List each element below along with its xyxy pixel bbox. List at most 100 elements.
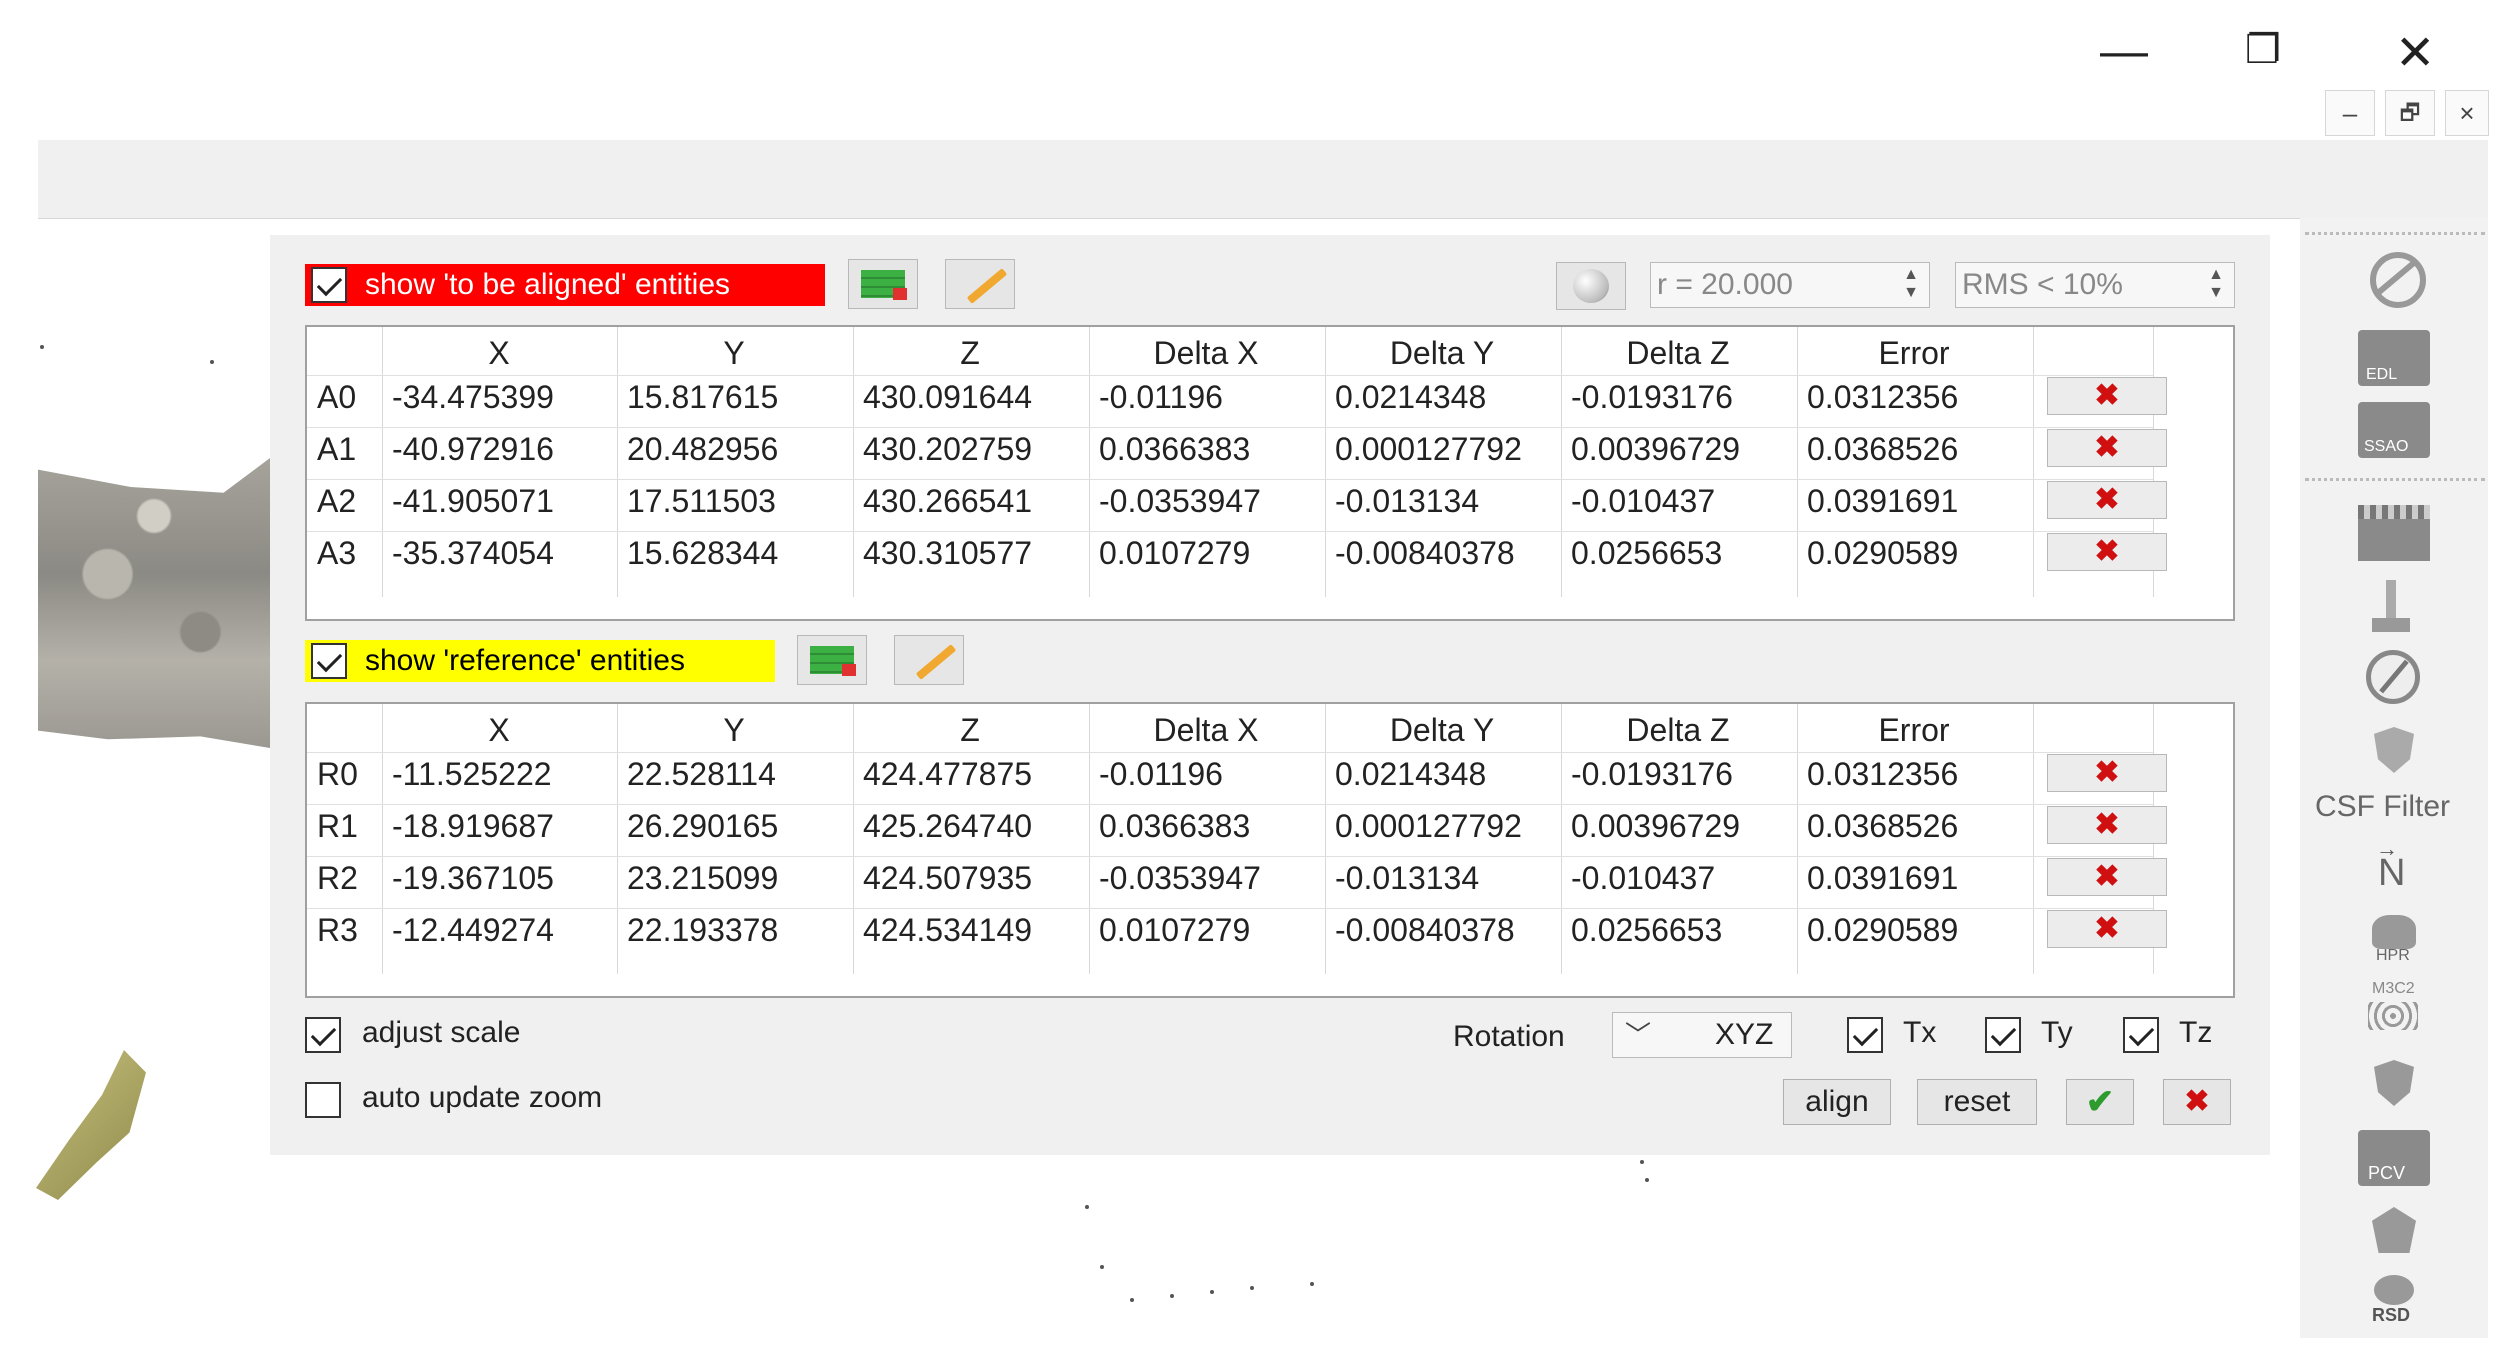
rsd-icon[interactable]: RSD <box>2358 1275 2430 1331</box>
cloud-layers-icon[interactable] <box>2358 580 2430 636</box>
table-cell[interactable]: 425.264740 <box>863 808 1032 845</box>
table-cell[interactable]: -0.010437 <box>1571 860 1715 897</box>
polygon-icon[interactable] <box>2358 1205 2430 1261</box>
shield-icon[interactable] <box>2358 725 2430 781</box>
table-cell[interactable]: 0.0107279 <box>1099 912 1250 949</box>
table-cell[interactable]: 0.0312356 <box>1807 756 1958 793</box>
table-cell[interactable]: 0.0391691 <box>1807 860 1958 897</box>
ssao-icon[interactable]: SSAO <box>2358 402 2430 458</box>
delete-point-button[interactable]: ✖ <box>2047 429 2167 467</box>
table-cell[interactable]: -0.01196 <box>1099 756 1223 793</box>
table-cell[interactable]: 424.534149 <box>863 912 1032 949</box>
aligned-convert-to-cloud-button[interactable] <box>848 259 918 309</box>
table-cell[interactable]: -0.0353947 <box>1099 483 1261 520</box>
column-header[interactable]: Delta Y <box>1325 335 1559 372</box>
table-cell[interactable]: -19.367105 <box>392 860 554 897</box>
m3c2-icon[interactable]: M3C2 <box>2358 980 2430 1036</box>
csf-filter-label[interactable]: CSF Filter <box>2315 790 2450 824</box>
table-cell[interactable]: 23.215099 <box>627 860 778 897</box>
reference-convert-to-cloud-button[interactable] <box>797 635 867 685</box>
table-cell[interactable]: -0.010437 <box>1571 483 1715 520</box>
column-header[interactable]: X <box>382 335 616 372</box>
table-cell[interactable]: 0.0368526 <box>1807 808 1958 845</box>
table-cell[interactable]: 22.528114 <box>627 756 776 793</box>
table-cell[interactable]: 0.0312356 <box>1807 379 1958 416</box>
table-cell[interactable]: 430.202759 <box>863 431 1032 468</box>
table-cell[interactable]: 430.266541 <box>863 483 1032 520</box>
delete-point-button[interactable]: ✖ <box>2047 533 2167 571</box>
table-cell[interactable]: 0.00396729 <box>1571 808 1740 845</box>
shield-filter-icon[interactable] <box>2358 1058 2430 1114</box>
column-header[interactable]: Z <box>853 712 1087 749</box>
mdi-restore-button[interactable]: 🗗 <box>2385 90 2435 136</box>
row-header[interactable]: R0 <box>317 756 358 793</box>
tx-checkbox[interactable] <box>1847 1017 1883 1053</box>
row-header[interactable]: A0 <box>317 379 356 416</box>
table-cell[interactable]: 0.000127792 <box>1335 431 1522 468</box>
table-cell[interactable]: 22.193378 <box>627 912 778 949</box>
ty-checkbox[interactable] <box>1985 1017 2021 1053</box>
minimize-icon[interactable]: — <box>2100 28 2148 76</box>
mdi-minimize-button[interactable]: – <box>2325 90 2375 136</box>
mdi-close-button[interactable]: × <box>2445 90 2489 136</box>
delete-point-button[interactable]: ✖ <box>2047 754 2167 792</box>
adjust-scale-checkbox[interactable] <box>305 1017 341 1053</box>
table-cell[interactable]: 15.628344 <box>627 535 778 572</box>
table-cell[interactable]: 430.310577 <box>863 535 1032 572</box>
table-cell[interactable]: -0.0193176 <box>1571 756 1733 793</box>
table-cell[interactable]: 0.0366383 <box>1099 431 1250 468</box>
show-reference-checkbox[interactable] <box>311 643 347 679</box>
table-cell[interactable]: -40.972916 <box>392 431 554 468</box>
ok-button[interactable]: ✔ <box>2066 1079 2134 1125</box>
delete-point-button[interactable]: ✖ <box>2047 910 2167 948</box>
column-header[interactable]: Delta Z <box>1561 712 1795 749</box>
column-header[interactable]: Y <box>617 712 851 749</box>
table-cell[interactable]: 26.290165 <box>627 808 778 845</box>
row-header[interactable]: R2 <box>317 860 358 897</box>
row-header[interactable]: R1 <box>317 808 358 845</box>
reference-pick-points-button[interactable] <box>894 635 964 685</box>
table-cell[interactable]: 15.817615 <box>627 379 778 416</box>
auto-update-zoom-checkbox[interactable] <box>305 1082 341 1118</box>
delete-point-button[interactable]: ✖ <box>2047 858 2167 896</box>
table-cell[interactable]: -11.525222 <box>392 756 552 793</box>
table-cell[interactable]: 0.000127792 <box>1335 808 1522 845</box>
compass-icon[interactable] <box>2358 650 2430 706</box>
column-header[interactable]: Z <box>853 335 1087 372</box>
table-cell[interactable]: 0.0366383 <box>1099 808 1250 845</box>
column-header[interactable]: Error <box>1797 335 2031 372</box>
table-cell[interactable]: 424.507935 <box>863 860 1032 897</box>
table-cell[interactable]: 0.0256653 <box>1571 912 1722 949</box>
table-cell[interactable]: -34.475399 <box>392 379 554 416</box>
pcv-icon[interactable]: PCV <box>2358 1130 2430 1186</box>
row-header[interactable]: A1 <box>317 431 356 468</box>
radius-spinbox[interactable]: r = 20.000 ▲ ▼ <box>1650 262 1930 308</box>
table-cell[interactable]: 0.0391691 <box>1807 483 1958 520</box>
column-header[interactable]: Delta X <box>1089 712 1323 749</box>
table-cell[interactable]: 0.00396729 <box>1571 431 1740 468</box>
restore-icon[interactable]: ❐ <box>2245 30 2281 70</box>
delete-point-button[interactable]: ✖ <box>2047 806 2167 844</box>
row-header[interactable]: A3 <box>317 535 356 572</box>
column-header[interactable]: Error <box>1797 712 2031 749</box>
close-icon[interactable]: ✕ <box>2395 30 2435 78</box>
table-cell[interactable]: -12.449274 <box>392 912 554 949</box>
reset-button[interactable]: reset <box>1917 1079 2037 1125</box>
table-cell[interactable]: -18.919687 <box>392 808 554 845</box>
table-cell[interactable]: -0.00840378 <box>1335 535 1515 572</box>
table-cell[interactable]: 430.091644 <box>863 379 1032 416</box>
table-cell[interactable]: 20.482956 <box>627 431 778 468</box>
rms-spinbox[interactable]: RMS < 10% ▲ ▼ <box>1955 262 2235 308</box>
delete-point-button[interactable]: ✖ <box>2047 377 2167 415</box>
table-cell[interactable]: 0.0214348 <box>1335 756 1486 793</box>
delete-point-button[interactable]: ✖ <box>2047 481 2167 519</box>
column-header[interactable]: Delta Y <box>1325 712 1559 749</box>
spin-arrows-icon[interactable]: ▲ ▼ <box>1897 266 1925 304</box>
table-cell[interactable]: 0.0368526 <box>1807 431 1958 468</box>
table-cell[interactable]: 0.0214348 <box>1335 379 1486 416</box>
table-cell[interactable]: -0.0193176 <box>1571 379 1733 416</box>
column-header[interactable]: Delta X <box>1089 335 1323 372</box>
column-header[interactable]: Delta Z <box>1561 335 1795 372</box>
table-cell[interactable]: 0.0290589 <box>1807 912 1958 949</box>
spin-arrows-icon[interactable]: ▲ ▼ <box>2202 266 2230 304</box>
